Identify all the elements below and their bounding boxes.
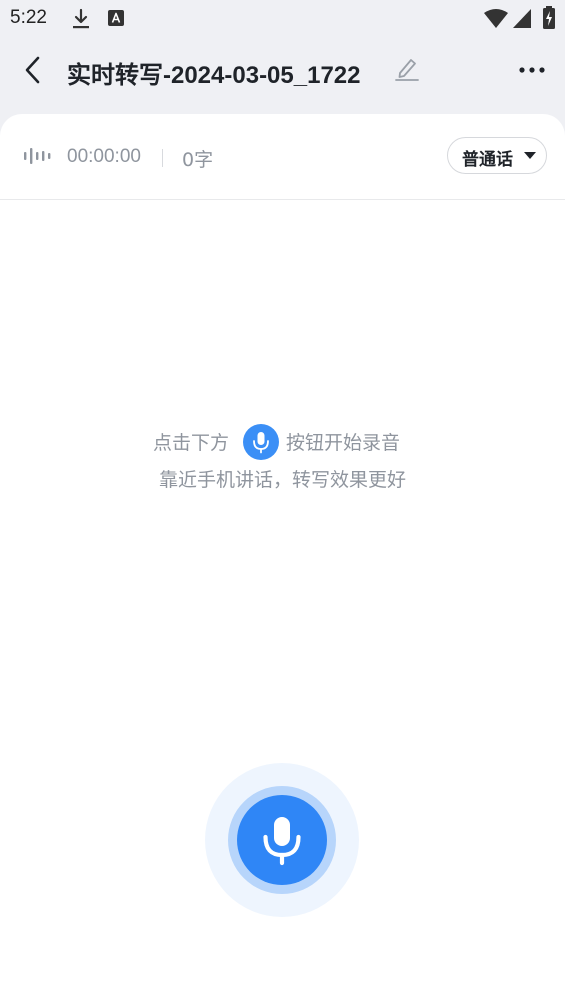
signal-icon: [513, 9, 531, 28]
more-button[interactable]: [512, 56, 552, 84]
hint-text-after: 按钮开始录音: [286, 432, 401, 454]
hint-text-before: 点击下方: [153, 432, 230, 454]
header: 实时转写-2024-03-05_1722: [0, 38, 565, 114]
more-horizontal-icon: [519, 67, 545, 73]
caret-down-icon: [524, 152, 536, 159]
language-label: 普通话: [462, 150, 513, 170]
record-button[interactable]: [237, 795, 327, 885]
language-select[interactable]: 普通话: [447, 137, 547, 174]
battery-charging-icon: [543, 6, 555, 29]
wifi-icon: [484, 9, 508, 28]
status-time: 5:22: [10, 7, 47, 28]
edit-title-button[interactable]: [393, 54, 421, 82]
hint-mic-icon: [243, 424, 279, 460]
page-title: 实时转写-2024-03-05_1722: [67, 62, 361, 89]
keyboard-a-icon: [108, 10, 124, 26]
divider: [162, 149, 163, 167]
hint-line-1: 点击下方 按钮开始录音: [0, 424, 565, 460]
status-bar: 5:22: [0, 0, 565, 38]
recording-info-bar: 00:00:00 0字 普通话: [0, 114, 565, 200]
waveform-icon: [24, 148, 51, 164]
word-count: 0字: [182, 149, 214, 171]
back-button[interactable]: [16, 52, 52, 88]
microphone-icon: [263, 817, 301, 866]
chevron-left-icon: [25, 56, 40, 84]
hint-line-2: 靠近手机讲话，转写效果更好: [158, 469, 406, 491]
download-icon: [73, 8, 89, 29]
recording-duration: 00:00:00: [67, 146, 141, 167]
pencil-icon: [395, 59, 419, 81]
